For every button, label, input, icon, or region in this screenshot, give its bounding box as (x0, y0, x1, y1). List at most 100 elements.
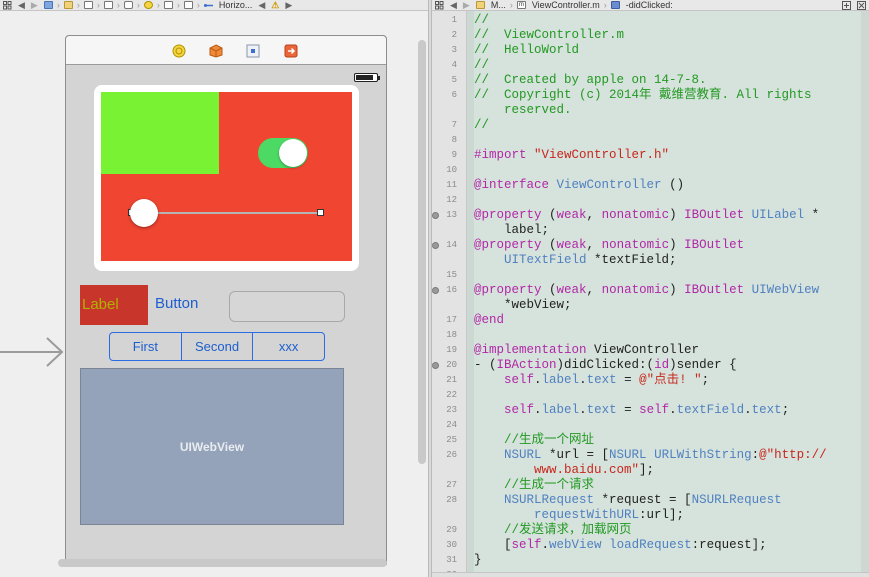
code-line[interactable]: 3 // HelloWorld (432, 43, 860, 58)
first-responder-icon[interactable] (209, 44, 223, 58)
exit-icon[interactable] (246, 44, 260, 58)
outlet-connection-icon[interactable] (432, 212, 439, 219)
slider-thumb[interactable] (130, 199, 158, 227)
segment-second[interactable]: Second (182, 333, 254, 360)
code-line[interactable]: UITextField *textField; (432, 253, 860, 268)
code-token: , (586, 283, 602, 297)
file-icon[interactable]: m (514, 0, 529, 10)
canvas-horizontal-scrollbar[interactable] (58, 559, 387, 567)
code-line[interactable]: 29 //发送请求，加载网页 (432, 523, 860, 538)
view-controller-icon[interactable] (141, 0, 156, 10)
code-line[interactable]: 1 // (432, 13, 860, 28)
switch-knob[interactable] (279, 139, 307, 167)
code-line[interactable]: 22 (432, 388, 860, 403)
code-line[interactable]: reserved. (432, 103, 860, 118)
code-line[interactable]: 27 //生成一个请求 (432, 478, 860, 493)
storyboard-base-icon[interactable] (101, 0, 116, 10)
editor-vertical-scrollbar[interactable] (861, 11, 869, 577)
outlet-connection-icon[interactable] (432, 242, 439, 249)
web-view-element[interactable]: UIWebView (80, 368, 344, 525)
segment-third[interactable]: xxx (253, 333, 324, 360)
rounded-container-view[interactable] (94, 85, 359, 271)
code-line[interactable]: 15 (432, 268, 860, 283)
nav-back-button[interactable]: ◀ (15, 0, 28, 10)
segment-first[interactable]: First (110, 333, 182, 360)
resize-handle-right[interactable] (317, 209, 324, 216)
view-controller-scene[interactable]: Label Button First Second xxx UIWebView (65, 35, 387, 565)
nav-back-button[interactable]: ◀ (447, 0, 460, 10)
constraint-icon[interactable] (201, 0, 216, 10)
line-number: 5 (451, 75, 457, 85)
view-controller-icon[interactable] (172, 44, 186, 58)
code-line[interactable]: 24 (432, 418, 860, 433)
nav-prev-issue-button[interactable]: ◀ (255, 0, 268, 10)
code-line[interactable]: *webView; (432, 298, 860, 313)
code-line[interactable]: 18 (432, 328, 860, 343)
project-icon[interactable] (41, 0, 56, 10)
code-line[interactable]: 23 self.label.text = self.textField.text… (432, 403, 860, 418)
nav-next-issue-button[interactable]: ▶ (282, 0, 295, 10)
group-label[interactable]: M... (488, 0, 509, 10)
code-line[interactable]: 26 NSURL *url = [NSURL URLWithString:@"h… (432, 448, 860, 463)
canvas-vertical-scrollbar[interactable] (418, 40, 426, 464)
code-line[interactable]: 9 #import "ViewController.h" (432, 148, 860, 163)
scene-icon[interactable] (121, 0, 136, 10)
view-icon[interactable] (161, 0, 176, 10)
code-token: ( (541, 238, 557, 252)
code-line[interactable]: 20- (IBAction)didClicked:(id)sender { (432, 358, 860, 373)
scene-label[interactable]: Horizo... (216, 0, 256, 10)
code-line[interactable]: 4 // (432, 58, 860, 73)
code-line[interactable]: 13 @property (weak, nonatomic) IBOutlet U… (432, 208, 860, 223)
code-line[interactable]: 21 self.label.text = @"点击! "; (432, 373, 860, 388)
code-line[interactable]: 7 // (432, 118, 860, 133)
slider-track[interactable] (132, 212, 322, 214)
group-folder-icon[interactable] (473, 0, 488, 10)
text-field-element[interactable] (229, 291, 345, 322)
add-editor-icon[interactable] (839, 0, 854, 10)
initial-view-controller-arrow-icon[interactable] (0, 335, 66, 369)
code-line[interactable]: 6 // Copyright (c) 2014年 戴维营教育. All right… (432, 88, 860, 103)
code-line[interactable]: 16 @property (weak, nonatomic) IBOutlet U… (432, 283, 860, 298)
code-line[interactable]: 28 NSURLRequest *request = [NSURLRequest (432, 493, 860, 508)
outlet-connection-icon[interactable] (432, 362, 439, 369)
nav-forward-button[interactable]: ▶ (460, 0, 473, 10)
storyboard-icon[interactable] (81, 0, 96, 10)
label-element[interactable]: Label (80, 285, 148, 325)
segmented-control[interactable]: First Second xxx (109, 332, 325, 361)
method-label[interactable]: -didClicked: (623, 0, 676, 10)
unwind-icon[interactable] (284, 44, 298, 58)
red-view[interactable] (101, 92, 352, 261)
method-icon[interactable] (608, 0, 623, 10)
close-editor-icon[interactable] (854, 0, 869, 10)
code-line[interactable]: 14 @property (weak, nonatomic) IBOutlet (432, 238, 860, 253)
code-line[interactable]: 30 [self.webView loadRequest:request]; (432, 538, 860, 553)
code-line[interactable]: 10 (432, 163, 860, 178)
file-label[interactable]: ViewController.m (529, 0, 603, 10)
code-line[interactable]: 11 @interface ViewController () (432, 178, 860, 193)
folder-icon[interactable] (61, 0, 76, 10)
line-number (432, 508, 457, 523)
code-line[interactable]: 17 @end (432, 313, 860, 328)
related-items-icon[interactable] (432, 0, 447, 10)
code-line[interactable]: 2 // ViewController.m (432, 28, 860, 43)
code-line[interactable]: requestWithURL:url]; (432, 508, 860, 523)
warning-icon[interactable]: ⚠ (268, 0, 282, 10)
code-line[interactable]: 5 // Created by apple on 14-7-8. (432, 73, 860, 88)
code-line[interactable]: 25 //生成一个网址 (432, 433, 860, 448)
code-line[interactable]: www.baidu.com"]; (432, 463, 860, 478)
related-items-icon[interactable] (0, 0, 15, 10)
outlet-connection-icon[interactable] (432, 287, 439, 294)
code-line[interactable]: label; (432, 223, 860, 238)
code-line[interactable]: 12 (432, 193, 860, 208)
code-line[interactable]: 31} (432, 553, 860, 568)
green-view[interactable] (101, 92, 219, 174)
code-line[interactable]: 8 (432, 133, 860, 148)
code-line[interactable]: 19 @implementation ViewController (432, 343, 860, 358)
subview-icon[interactable] (181, 0, 196, 10)
button-element[interactable]: Button (155, 295, 198, 312)
toggle-switch[interactable] (258, 138, 308, 168)
nav-forward-button[interactable]: ▶ (28, 0, 41, 10)
source-code-area[interactable]: 1 // 2 // ViewController.m 3 // HelloWorld 4 //… (432, 13, 860, 577)
